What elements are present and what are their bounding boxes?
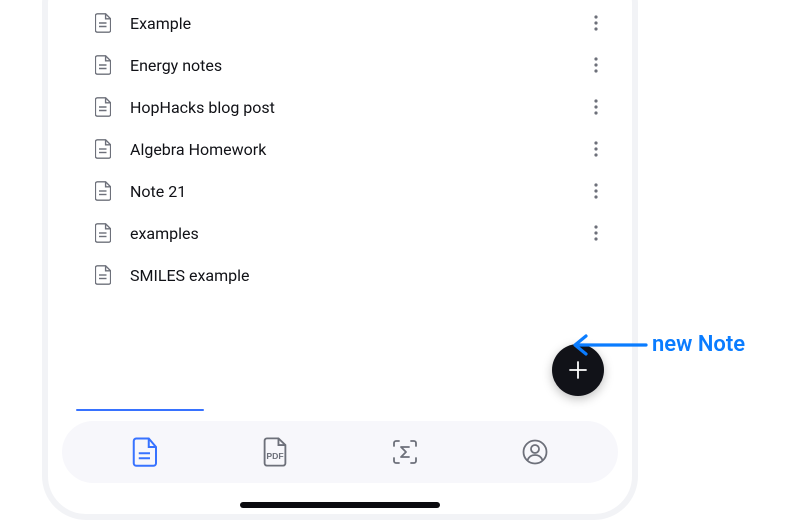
file-icon — [94, 55, 112, 75]
phone-frame: Example Energy notes HopHacks blog pos — [42, 0, 638, 520]
tab-pdf[interactable]: PDF — [257, 434, 293, 470]
file-icon — [94, 181, 112, 201]
file-icon — [94, 265, 112, 285]
list-item-title: HopHacks blog post — [130, 98, 584, 117]
list-item-title: Example — [130, 14, 584, 33]
tab-profile[interactable] — [517, 434, 553, 470]
tab-indicator — [76, 409, 204, 411]
home-indicator[interactable] — [240, 502, 440, 508]
list-item[interactable]: Energy notes — [48, 44, 632, 86]
file-icon — [94, 139, 112, 159]
more-icon[interactable] — [584, 179, 608, 203]
file-icon — [94, 13, 112, 33]
more-icon[interactable] — [584, 53, 608, 77]
stage: Example Energy notes HopHacks blog pos — [0, 0, 800, 522]
list-item-title: Algebra Homework — [130, 140, 584, 159]
more-icon[interactable] — [584, 11, 608, 35]
list-item-title: Note 21 — [130, 182, 584, 201]
tabbar: PDF — [62, 421, 618, 483]
list-item[interactable]: HopHacks blog post — [48, 86, 632, 128]
arrow-left-icon — [570, 333, 648, 357]
list-item[interactable]: Example — [48, 2, 632, 44]
list-item[interactable]: Note 21 — [48, 170, 632, 212]
list-item-title: examples — [130, 224, 584, 243]
list-item-title: SMILES example — [130, 266, 608, 285]
list-item[interactable]: SMILES example — [48, 254, 632, 296]
file-icon — [94, 223, 112, 243]
svg-text:PDF: PDF — [266, 451, 283, 461]
callout: new Note — [570, 332, 745, 357]
note-list[interactable]: Example Energy notes HopHacks blog pos — [48, 0, 632, 409]
more-icon[interactable] — [584, 221, 608, 245]
list-item[interactable]: examples — [48, 212, 632, 254]
tab-scan[interactable] — [387, 434, 423, 470]
pdf-icon: PDF — [261, 437, 289, 467]
plus-icon — [566, 358, 590, 382]
profile-icon — [521, 438, 549, 466]
callout-label: new Note — [652, 332, 745, 357]
sigma-scan-icon — [391, 438, 419, 466]
tab-notes[interactable] — [127, 434, 163, 470]
tabbar-area: PDF — [48, 409, 632, 514]
more-icon[interactable] — [584, 137, 608, 161]
list-item-title: Energy notes — [130, 56, 584, 75]
file-icon — [94, 97, 112, 117]
file-icon — [132, 437, 158, 467]
list-item[interactable]: Algebra Homework — [48, 128, 632, 170]
more-icon[interactable] — [584, 95, 608, 119]
